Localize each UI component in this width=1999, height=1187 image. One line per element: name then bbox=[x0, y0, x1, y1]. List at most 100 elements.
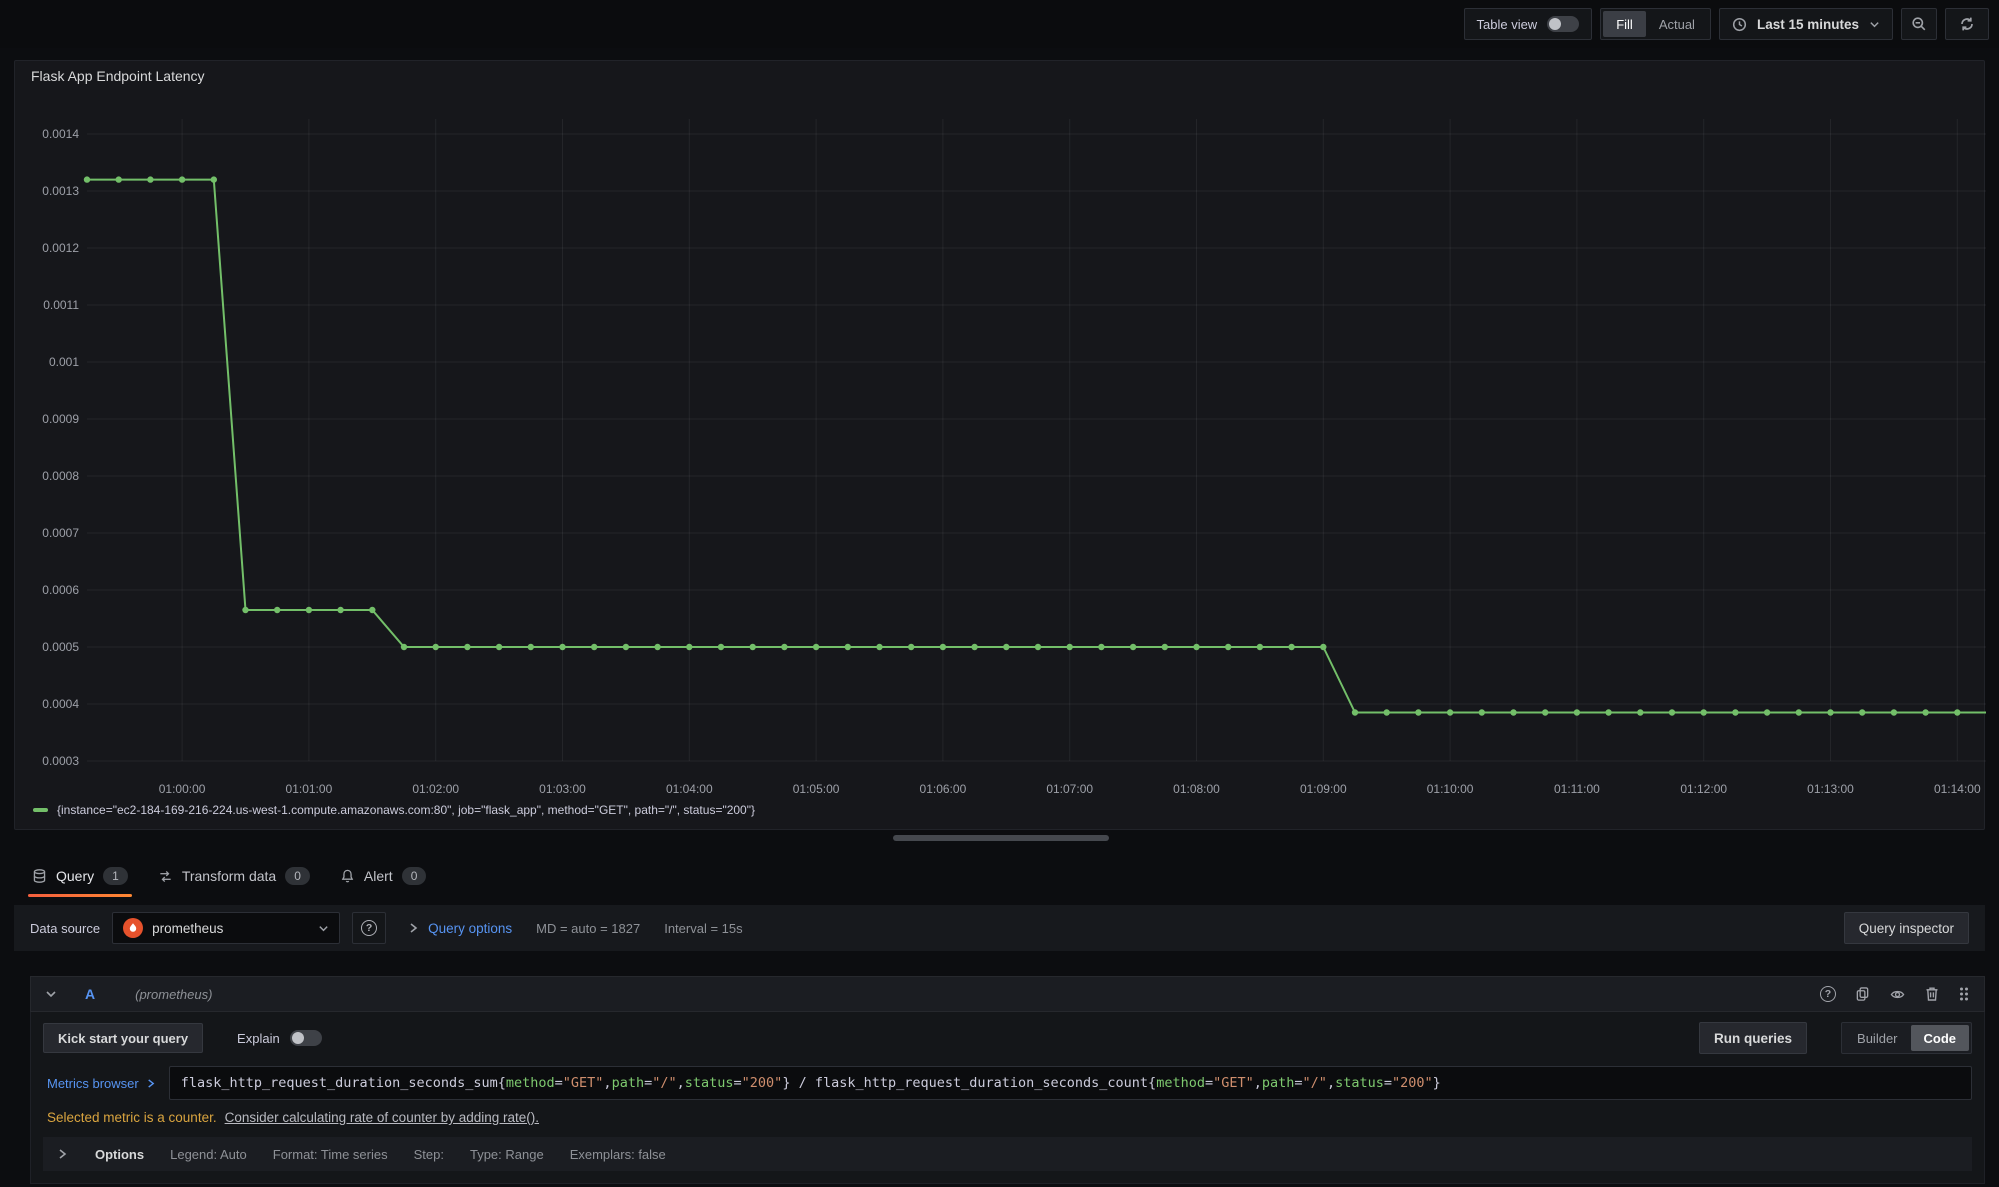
bell-icon bbox=[340, 868, 355, 884]
svg-text:0.0013: 0.0013 bbox=[42, 184, 79, 198]
svg-text:01:00:00: 01:00:00 bbox=[159, 782, 206, 796]
legend-series-label[interactable]: {instance="ec2-184-169-216-224.us-west-1… bbox=[57, 803, 755, 817]
chevron-down-icon bbox=[318, 923, 329, 934]
max-data-points-text: MD = auto = 1827 bbox=[536, 921, 640, 936]
svg-text:01:05:00: 01:05:00 bbox=[793, 782, 840, 796]
tab-alert-label: Alert bbox=[364, 868, 393, 884]
interval-text: Interval = 15s bbox=[664, 921, 742, 936]
svg-text:0.0014: 0.0014 bbox=[42, 127, 79, 141]
explain-label: Explain bbox=[237, 1031, 280, 1046]
expression-row: Metrics browser flask_http_request_durat… bbox=[43, 1066, 1972, 1100]
svg-text:01:08:00: 01:08:00 bbox=[1173, 782, 1220, 796]
datasource-row: Data source prometheus ? Query options M… bbox=[14, 905, 1985, 951]
metrics-browser-toggle[interactable]: Metrics browser bbox=[43, 1076, 169, 1091]
datasource-picker[interactable]: prometheus bbox=[112, 912, 340, 944]
fill-actual-segmented: Fill Actual bbox=[1600, 8, 1711, 40]
toggle-visibility-eye-icon[interactable] bbox=[1889, 987, 1906, 1002]
svg-text:01:07:00: 01:07:00 bbox=[1046, 782, 1093, 796]
svg-text:0.001: 0.001 bbox=[49, 355, 79, 369]
svg-text:01:13:00: 01:13:00 bbox=[1807, 782, 1854, 796]
svg-text:0.0008: 0.0008 bbox=[42, 469, 79, 483]
builder-code-segmented: Builder Code bbox=[1841, 1022, 1972, 1054]
query-a-body: Kick start your query Explain Run querie… bbox=[30, 1012, 1985, 1184]
svg-text:0.0011: 0.0011 bbox=[43, 298, 79, 312]
transform-icon bbox=[158, 869, 173, 884]
warning-text: Selected metric is a counter. bbox=[47, 1110, 217, 1125]
query-options-collapsed-row[interactable]: Options Legend: Auto Format: Time series… bbox=[43, 1137, 1972, 1171]
options-step-summary: Step: bbox=[414, 1147, 444, 1162]
table-view-label: Table view bbox=[1477, 17, 1538, 32]
svg-text:01:10:00: 01:10:00 bbox=[1427, 782, 1474, 796]
svg-text:0.0003: 0.0003 bbox=[42, 754, 79, 768]
fill-button[interactable]: Fill bbox=[1603, 11, 1646, 37]
time-range-picker[interactable]: Last 15 minutes bbox=[1719, 8, 1893, 40]
svg-text:0.0012: 0.0012 bbox=[42, 241, 79, 255]
datasource-name: prometheus bbox=[152, 921, 223, 936]
options-label: Options bbox=[95, 1147, 144, 1162]
query-actions: ? bbox=[1820, 986, 1970, 1002]
svg-text:0.0005: 0.0005 bbox=[42, 640, 79, 654]
editor-tabs: Query 1 Transform data 0 Alert bbox=[22, 855, 436, 897]
svg-text:01:01:00: 01:01:00 bbox=[286, 782, 333, 796]
query-options-label: Query options bbox=[428, 921, 512, 936]
datasource-help-button[interactable]: ? bbox=[352, 912, 386, 944]
svg-text:01:02:00: 01:02:00 bbox=[412, 782, 459, 796]
zoom-out-button[interactable] bbox=[1901, 8, 1937, 40]
svg-text:0.0007: 0.0007 bbox=[42, 526, 79, 540]
explain-switch[interactable] bbox=[290, 1030, 322, 1046]
drag-handle-grip-icon[interactable] bbox=[1958, 986, 1970, 1002]
switch-knob bbox=[292, 1032, 304, 1044]
duplicate-query-icon[interactable] bbox=[1855, 986, 1870, 1002]
code-mode-button[interactable]: Code bbox=[1911, 1025, 1970, 1051]
builder-mode-button[interactable]: Builder bbox=[1844, 1025, 1910, 1051]
svg-text:01:04:00: 01:04:00 bbox=[666, 782, 713, 796]
actual-button[interactable]: Actual bbox=[1646, 11, 1708, 37]
options-exemplars-summary: Exemplars: false bbox=[570, 1147, 666, 1162]
chevron-right-icon bbox=[146, 1078, 155, 1089]
delete-query-trash-icon[interactable] bbox=[1925, 986, 1939, 1002]
query-a-header[interactable]: A (prometheus) ? bbox=[30, 976, 1985, 1012]
tab-query-count: 1 bbox=[103, 867, 128, 885]
svg-text:0.0004: 0.0004 bbox=[42, 697, 79, 711]
collapse-chevron-icon bbox=[45, 988, 57, 1000]
tab-query-label: Query bbox=[56, 868, 94, 884]
options-type-summary: Type: Range bbox=[470, 1147, 544, 1162]
svg-text:01:09:00: 01:09:00 bbox=[1300, 782, 1347, 796]
table-view-switch[interactable] bbox=[1547, 16, 1579, 32]
datasource-label: Data source bbox=[30, 921, 100, 936]
chart-legend: {instance="ec2-184-169-216-224.us-west-1… bbox=[33, 803, 755, 817]
explain-toggle-group[interactable]: Explain bbox=[237, 1030, 322, 1046]
refresh-button[interactable] bbox=[1945, 8, 1989, 40]
query-inspector-button[interactable]: Query inspector bbox=[1844, 912, 1969, 944]
latency-chart[interactable]: 0.0014 0.0013 0.0012 0.0011 0.001 0.0009 0.000… bbox=[15, 61, 1986, 801]
tab-transform-label: Transform data bbox=[182, 868, 276, 884]
time-range-label: Last 15 minutes bbox=[1757, 17, 1859, 32]
metrics-browser-label: Metrics browser bbox=[47, 1076, 139, 1091]
chevron-down-icon bbox=[1869, 19, 1880, 30]
chevron-right-icon bbox=[408, 922, 418, 934]
options-format-summary: Format: Time series bbox=[273, 1147, 388, 1162]
tab-transform-data[interactable]: Transform data 0 bbox=[148, 855, 320, 897]
query-options-toggle[interactable]: Query options MD = auto = 1827 Interval … bbox=[408, 921, 743, 936]
counter-warning-row: Selected metric is a counter. Consider c… bbox=[47, 1110, 1972, 1125]
grafana-panel-editor: Table view Fill Actual Last 15 minutes bbox=[0, 0, 1999, 1187]
run-queries-button[interactable]: Run queries bbox=[1699, 1022, 1807, 1054]
query-help-icon[interactable]: ? bbox=[1820, 986, 1836, 1002]
promql-expression-input[interactable]: flask_http_request_duration_seconds_sum{… bbox=[169, 1066, 1972, 1100]
options-legend-summary: Legend: Auto bbox=[170, 1147, 247, 1162]
svg-text:0.0009: 0.0009 bbox=[42, 412, 79, 426]
query-datasource-hint: (prometheus) bbox=[135, 987, 212, 1002]
tab-alert-count: 0 bbox=[402, 867, 427, 885]
latency-panel: Flask App Endpoint Latency 0.00140.00130… bbox=[14, 60, 1985, 830]
prometheus-icon bbox=[123, 918, 143, 938]
tab-query[interactable]: Query 1 bbox=[22, 855, 138, 897]
panel-resize-handle[interactable] bbox=[893, 835, 1109, 841]
table-view-toggle-group[interactable]: Table view bbox=[1464, 8, 1593, 40]
query-a-section: A (prometheus) ? bbox=[30, 976, 1985, 1184]
tab-alert[interactable]: Alert 0 bbox=[330, 855, 436, 897]
query-toolbar: Kick start your query Explain Run querie… bbox=[43, 1022, 1972, 1054]
kick-start-query-button[interactable]: Kick start your query bbox=[43, 1023, 203, 1053]
top-toolbar: Table view Fill Actual Last 15 minutes bbox=[0, 0, 1999, 48]
add-rate-link[interactable]: Consider calculating rate of counter by … bbox=[225, 1110, 539, 1125]
svg-text:01:12:00: 01:12:00 bbox=[1680, 782, 1727, 796]
